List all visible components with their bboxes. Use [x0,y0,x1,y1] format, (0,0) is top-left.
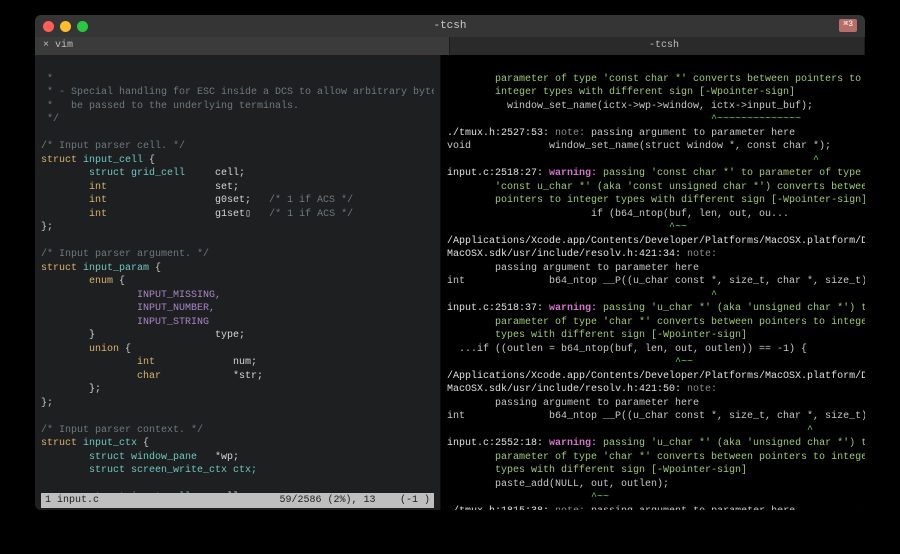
tab-label: -tcsh [464,39,864,53]
tab-tcsh[interactable]: -tcsh [450,37,865,55]
split-panes: * * - Special handling for ESC inside a … [35,55,865,510]
titlebar[interactable]: -tcsh ⌘3 [35,15,865,37]
vim-statusbar: 1 input.c 59/2586 (2%), 13 (-1 ) [41,493,434,509]
status-position: 59/2586 (2%), 13 [123,494,375,508]
vim-editor[interactable]: * * - Special handling for ESC inside a … [41,59,434,493]
terminal-window: -tcsh ⌘3 × vim -tcsh * * - Special handl… [35,15,865,510]
vim-pane[interactable]: * * - Special handling for ESC inside a … [35,55,441,510]
tab-vim[interactable]: × vim [35,37,450,55]
tab-close-icon[interactable]: × [43,39,49,53]
status-right: (-1 ) [400,494,430,508]
shortcut-badge: ⌘3 [839,19,857,32]
status-filename: 1 input.c [45,494,99,508]
tab-label: vim [55,39,73,53]
window-title: -tcsh [35,19,865,34]
shell-pane[interactable]: parameter of type 'const char *' convert… [441,55,865,510]
tab-bar: × vim -tcsh [35,37,865,55]
